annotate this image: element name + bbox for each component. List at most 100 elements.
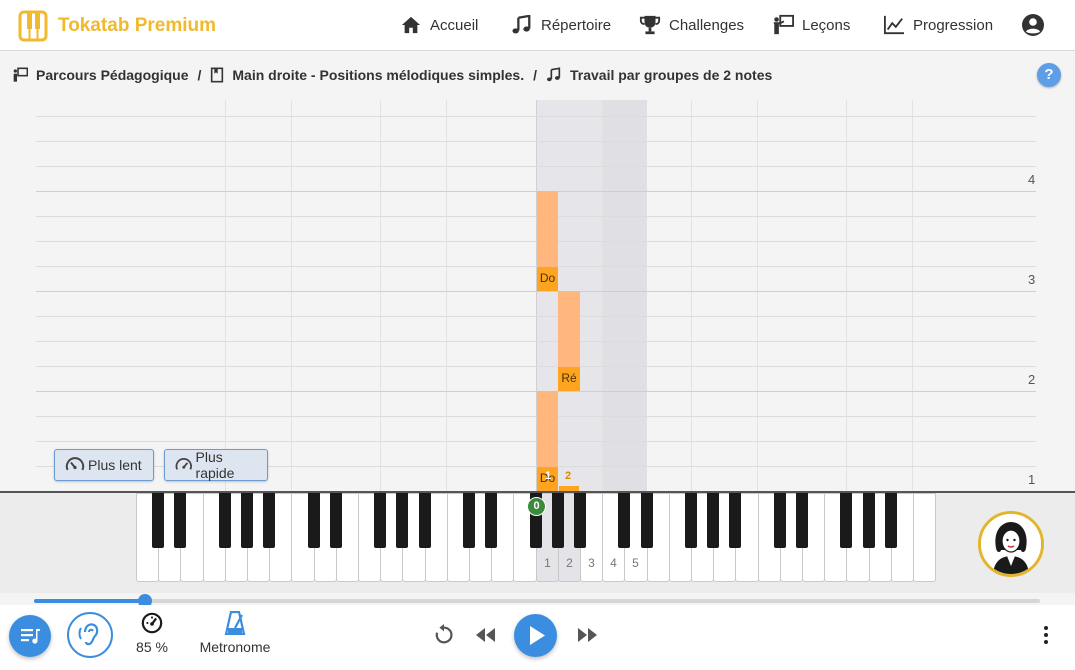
playlist-button[interactable]	[9, 615, 51, 657]
account-circle-icon	[1022, 14, 1044, 36]
black-key[interactable]	[640, 493, 653, 548]
black-key[interactable]	[152, 493, 165, 548]
finger-label: 2	[566, 556, 573, 570]
brand[interactable]: Tokatab Premium	[18, 9, 216, 43]
breadcrumb-parcours[interactable]: Parcours Pédagogique	[12, 67, 188, 83]
breadcrumb-label: Main droite - Positions mélodiques simpl…	[232, 67, 525, 83]
note-do: Do	[537, 267, 558, 291]
rewind-button[interactable]	[474, 626, 498, 649]
note-tail	[537, 191, 558, 269]
nav-label: Répertoire	[541, 16, 612, 34]
ear-hearing-icon	[78, 623, 99, 646]
replay-icon	[435, 624, 453, 644]
black-key[interactable]	[884, 493, 897, 548]
black-key[interactable]	[485, 493, 498, 548]
finger-label: 5	[632, 556, 639, 570]
nav-accueil[interactable]: Accueil	[400, 11, 478, 39]
more-options-button[interactable]	[1037, 625, 1055, 650]
grid-row-line	[36, 166, 1036, 167]
black-key[interactable]	[174, 493, 187, 548]
teacher-icon	[773, 14, 794, 35]
nav-challenges[interactable]: Challenges	[639, 11, 744, 39]
grid-row-line	[36, 416, 1036, 417]
black-key[interactable]	[707, 493, 720, 548]
grid-column-line	[602, 100, 603, 492]
black-key[interactable]	[840, 493, 853, 548]
bar-number: 2	[1028, 372, 1036, 387]
speed-indicator[interactable]	[140, 612, 164, 639]
grid-column-line	[912, 100, 913, 492]
black-key[interactable]	[862, 493, 875, 548]
black-key[interactable]	[551, 493, 564, 548]
slower-button[interactable]: Plus lent	[54, 449, 154, 481]
black-key[interactable]	[329, 493, 342, 548]
account-button[interactable]	[1021, 13, 1045, 42]
chart-line-icon	[884, 15, 904, 35]
black-key[interactable]	[396, 493, 409, 548]
breadcrumb-travail: Travail par groupes de 2 notes	[546, 67, 772, 83]
piano-roll: 4 3 2 1 Do Ré Do 1 2	[0, 100, 1075, 492]
play-button[interactable]	[514, 614, 557, 657]
bar-number: 1	[1028, 472, 1036, 487]
grid-row-line	[36, 116, 1036, 117]
finger-number: 2	[565, 470, 572, 482]
black-key[interactable]	[574, 493, 586, 548]
black-key[interactable]	[685, 493, 697, 548]
grid-row-line	[36, 441, 1036, 442]
breadcrumb-separator: /	[533, 67, 537, 83]
bottom-controls: 85 % Metronome	[0, 605, 1075, 670]
black-key[interactable]	[218, 493, 231, 548]
black-key[interactable]	[307, 493, 320, 548]
fast-forward-icon	[578, 628, 597, 642]
black-key[interactable]	[263, 493, 276, 548]
trophy-icon	[639, 15, 661, 35]
progress-fill	[34, 599, 145, 603]
grid-bar-line	[36, 191, 1036, 192]
nav-repertoire[interactable]: Répertoire	[511, 11, 611, 39]
white-key[interactable]	[913, 493, 937, 582]
breadcrumb-separator: /	[197, 67, 202, 83]
breadcrumb-main-droite[interactable]: Main droite - Positions mélodiques simpl…	[210, 67, 524, 83]
finger-label: 4	[610, 556, 617, 570]
metronome-label: Metronome	[199, 639, 271, 655]
black-key[interactable]	[618, 493, 631, 548]
bar-number: 3	[1028, 272, 1036, 287]
faster-label: Plus rapide	[195, 449, 235, 481]
black-key[interactable]	[729, 493, 742, 548]
speedometer-slow-icon	[65, 457, 85, 471]
listen-button[interactable]	[67, 612, 113, 658]
black-key[interactable]	[418, 493, 431, 548]
nav-progression[interactable]: Progression	[883, 11, 993, 39]
speed-value: 85 %	[136, 639, 168, 655]
teacher-avatar[interactable]	[978, 511, 1044, 577]
breadcrumb-label: Parcours Pédagogique	[36, 67, 189, 83]
black-key[interactable]	[773, 493, 786, 548]
slower-label: Plus lent	[88, 457, 142, 473]
metronome-button[interactable]	[224, 610, 246, 640]
teacher-icon	[13, 67, 28, 82]
grid-row-line	[36, 241, 1036, 242]
fast-forward-button[interactable]	[575, 626, 599, 649]
faster-button[interactable]: Plus rapide	[164, 449, 268, 481]
grid-column-line	[757, 100, 758, 492]
help-button[interactable]: ?	[1037, 63, 1061, 87]
music-note-icon	[512, 15, 531, 34]
black-key[interactable]	[241, 493, 253, 548]
grid-column-line	[446, 100, 447, 492]
note-re: Ré	[558, 367, 580, 391]
book-icon	[211, 67, 224, 83]
app-name: Tokatab Premium	[58, 15, 217, 36]
black-key[interactable]	[463, 493, 475, 548]
bar-number: 4	[1028, 172, 1036, 187]
song-progress-slider[interactable]	[34, 594, 1040, 608]
replay-button[interactable]	[433, 624, 455, 651]
black-key[interactable]	[374, 493, 387, 548]
finger-label: 3	[588, 556, 595, 570]
grid-column-line	[846, 100, 847, 492]
nav-label: Accueil	[430, 16, 479, 34]
note-tail	[537, 391, 558, 467]
nav-lecons[interactable]: Leçons	[772, 11, 850, 39]
black-key[interactable]	[796, 493, 808, 548]
tokatab-logo-icon	[18, 10, 48, 42]
play-icon	[530, 626, 545, 645]
